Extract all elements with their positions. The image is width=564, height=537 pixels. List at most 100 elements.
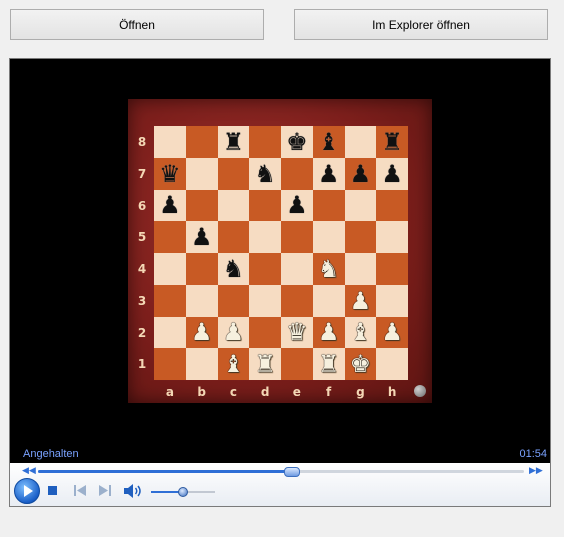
rank-label: 4 <box>137 262 147 276</box>
white-rook-icon: ♜ <box>254 350 276 379</box>
black-rook-icon: ♜ <box>381 127 403 156</box>
square-h4 <box>376 253 408 285</box>
black-queen-icon: ♛ <box>159 159 181 188</box>
white-pawn-icon: ♟ <box>222 318 245 347</box>
square-b1 <box>185 348 218 380</box>
play-icon <box>23 485 33 497</box>
square-a2 <box>154 316 186 349</box>
square-c2: ♟ <box>217 316 250 349</box>
square-c4: ♞ <box>217 253 250 285</box>
square-c1: ♝ <box>217 348 250 380</box>
square-f2: ♟ <box>312 316 345 349</box>
rank-label: 2 <box>137 325 147 340</box>
white-pawn-icon: ♟ <box>349 286 372 315</box>
square-c3 <box>217 284 250 317</box>
square-d5 <box>249 221 281 253</box>
square-f8: ♝ <box>312 126 345 158</box>
square-a7: ♛ <box>154 157 186 190</box>
square-h8: ♜ <box>376 126 408 158</box>
open-in-explorer-button[interactable]: Im Explorer öffnen <box>294 9 548 40</box>
play-button[interactable] <box>14 478 40 504</box>
rank-label: 3 <box>137 293 147 308</box>
square-e8: ♚ <box>281 126 313 158</box>
white-bishop-icon: ♝ <box>222 350 245 379</box>
black-pawn-icon: ♟ <box>317 159 340 188</box>
square-g4 <box>344 253 377 285</box>
video-area[interactable]: 8 7 6 5 4 3 2 1 a b c d e f g h ♜ ♚ ♝ ♜ ♛ ♞ ♟ ♟ ♟ ♟ ♟ ♟ ♞ ♞ ♟ ♟ ♟ ♛ ♟ ♝ ♟ ♝… <box>10 59 550 463</box>
square-e4 <box>281 253 313 285</box>
square-a1 <box>154 348 186 380</box>
volume-slider[interactable] <box>151 487 215 497</box>
square-h2: ♟ <box>376 316 408 349</box>
seek-bar-fill <box>38 470 291 473</box>
square-c8: ♜ <box>217 126 250 158</box>
square-d6 <box>249 189 281 222</box>
chess-board-frame: 8 7 6 5 4 3 2 1 a b c d e f g h ♜ ♚ ♝ ♜ ♛ ♞ ♟ ♟ ♟ ♟ ♟ ♟ ♞ ♞ ♟ ♟ ♟ ♛ ♟ ♝ ♟ ♝… <box>128 99 432 403</box>
square-f6 <box>312 189 345 222</box>
black-bishop-icon: ♝ <box>317 127 340 156</box>
volume-icon[interactable] <box>123 483 143 499</box>
square-g1: ♚ <box>344 348 377 380</box>
square-b2: ♟ <box>185 316 218 349</box>
square-e1 <box>281 348 313 380</box>
square-f5 <box>312 221 345 253</box>
square-f4: ♞ <box>312 253 345 285</box>
file-label: b <box>197 385 206 399</box>
square-g3: ♟ <box>344 284 377 317</box>
previous-track-button[interactable] <box>73 485 87 496</box>
white-king-icon: ♚ <box>349 350 372 379</box>
square-b8 <box>185 126 218 158</box>
chess-board: ♜ ♚ ♝ ♜ ♛ ♞ ♟ ♟ ♟ ♟ ♟ ♟ ♞ ♞ ♟ ♟ ♟ ♛ ♟ ♝ ♟ ♝ ♜ ♜ ♚ <box>154 126 408 380</box>
file-label: a <box>165 385 174 399</box>
square-h1 <box>376 348 408 380</box>
seek-bar[interactable] <box>38 467 524 477</box>
square-g7: ♟ <box>344 157 377 190</box>
square-e6: ♟ <box>281 189 313 222</box>
next-track-button[interactable] <box>98 485 112 496</box>
black-pawn-icon: ♟ <box>286 191 308 220</box>
stop-button[interactable] <box>48 486 57 495</box>
volume-thumb[interactable] <box>178 487 188 497</box>
square-d3 <box>249 284 281 317</box>
media-player: 8 7 6 5 4 3 2 1 a b c d e f g h ♜ ♚ ♝ ♜ ♛ ♞ ♟ ♟ ♟ ♟ ♟ ♟ ♞ ♞ ♟ ♟ ♟ ♛ ♟ ♝ ♟ ♝… <box>9 58 551 507</box>
seek-forward-icon[interactable]: ▶▶ <box>529 465 543 476</box>
square-b7 <box>185 157 218 190</box>
square-a3 <box>154 284 186 317</box>
seek-back-icon[interactable]: ◀◀ <box>22 465 36 476</box>
black-pawn-icon: ♟ <box>349 159 372 188</box>
black-rook-icon: ♜ <box>222 127 245 156</box>
square-c5 <box>217 221 250 253</box>
square-d1: ♜ <box>249 348 281 380</box>
square-g6 <box>344 189 377 222</box>
black-pawn-icon: ♟ <box>190 223 213 252</box>
file-label: g <box>356 385 365 399</box>
open-button[interactable]: Öffnen <box>10 9 264 40</box>
square-h5 <box>376 221 408 253</box>
square-d2 <box>249 316 281 349</box>
square-a5 <box>154 221 186 253</box>
file-label: h <box>387 385 397 399</box>
rank-label: 1 <box>137 357 147 372</box>
square-d8 <box>249 126 281 158</box>
square-b4 <box>185 253 218 285</box>
square-f7: ♟ <box>312 157 345 190</box>
seek-thumb[interactable] <box>283 467 300 477</box>
square-g8 <box>344 126 377 158</box>
square-a4 <box>154 253 186 285</box>
square-c7 <box>217 157 250 190</box>
square-a6: ♟ <box>154 189 186 222</box>
white-rook-icon: ♜ <box>317 350 340 379</box>
square-c6 <box>217 189 250 222</box>
square-b6 <box>185 189 218 222</box>
board-logo-icon <box>414 385 426 397</box>
black-knight-icon: ♞ <box>254 159 276 188</box>
white-pawn-icon: ♟ <box>190 318 213 347</box>
white-knight-icon: ♞ <box>317 254 340 283</box>
white-pawn-icon: ♟ <box>317 318 340 347</box>
square-e2: ♛ <box>281 316 313 349</box>
square-f1: ♜ <box>312 348 345 380</box>
square-d4 <box>249 253 281 285</box>
file-label: f <box>326 385 332 399</box>
square-a8 <box>154 126 186 158</box>
black-pawn-icon: ♟ <box>159 191 181 220</box>
